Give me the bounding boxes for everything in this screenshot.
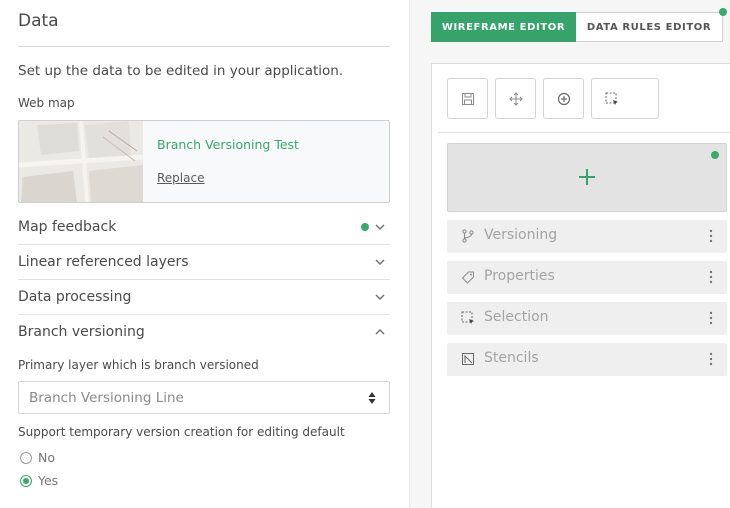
more-vertical-icon[interactable] <box>709 229 713 243</box>
sort-arrows-icon <box>368 392 376 404</box>
webmap-card: Branch Versioning Test Replace <box>18 120 390 203</box>
replace-webmap-link[interactable]: Replace <box>157 171 204 185</box>
add-widget-dropzone[interactable] <box>447 143 727 212</box>
select-icon <box>605 92 618 105</box>
chevron-down-icon <box>375 294 385 300</box>
data-settings-panel: Data Set up the data to be edited in you… <box>0 0 410 508</box>
selection-icon <box>461 311 474 324</box>
widget-selection[interactable]: Selection <box>447 302 727 335</box>
add-circle-icon <box>557 92 571 106</box>
more-vertical-icon[interactable] <box>709 352 713 366</box>
chevron-up-icon <box>375 329 385 335</box>
widget-label: Properties <box>484 268 555 284</box>
move-tool-button[interactable] <box>495 78 536 119</box>
primary-layer-value: Branch Versioning Line <box>29 390 184 406</box>
status-dot <box>719 8 727 16</box>
radio-label: Yes <box>38 473 59 488</box>
primary-layer-label: Primary layer which is branch versioned <box>18 358 259 372</box>
title-divider <box>18 46 390 47</box>
more-vertical-icon[interactable] <box>709 311 713 325</box>
panel-intro: Set up the data to be edited in your app… <box>18 63 344 79</box>
primary-layer-select[interactable]: Branch Versioning Line <box>18 381 390 414</box>
section-linear-referenced-layers[interactable]: Linear referenced layers <box>18 245 390 280</box>
select-tool-button[interactable] <box>591 78 659 119</box>
plus-icon <box>579 169 595 185</box>
widget-label: Stencils <box>484 350 539 366</box>
radio-circle-selected[interactable] <box>20 475 32 487</box>
section-label: Data processing <box>18 289 132 305</box>
section-data-processing[interactable]: Data processing <box>18 280 390 315</box>
widget-label: Selection <box>484 309 549 325</box>
section-map-feedback[interactable]: Map feedback <box>18 210 390 245</box>
stencil-icon <box>462 353 474 365</box>
save-icon <box>461 92 475 106</box>
editor-tabs: WIREFRAME EDITOR DATA RULES EDITOR <box>431 12 723 42</box>
section-label: Linear referenced layers <box>18 254 189 270</box>
support-temp-version-label: Support temporary version creation for e… <box>18 425 345 439</box>
section-branch-versioning[interactable]: Branch versioning <box>18 315 390 350</box>
save-tool-button[interactable] <box>447 78 488 119</box>
editor-panel: WIREFRAME EDITOR DATA RULES EDITOR Versi… <box>411 0 730 508</box>
radio-label: No <box>38 450 55 465</box>
branch-icon <box>462 229 474 243</box>
webmap-label: Web map <box>18 96 75 110</box>
widget-label: Versioning <box>484 227 558 243</box>
radio-no[interactable]: No <box>20 450 220 468</box>
radio-yes[interactable]: Yes <box>20 473 220 491</box>
tag-icon <box>461 271 474 284</box>
widget-versioning[interactable]: Versioning <box>447 220 727 253</box>
status-dot <box>711 151 719 159</box>
section-label: Branch versioning <box>18 324 145 340</box>
chevron-down-icon <box>375 224 385 230</box>
webmap-name[interactable]: Branch Versioning Test <box>157 137 299 152</box>
status-dot <box>361 223 369 231</box>
widget-properties[interactable]: Properties <box>447 261 727 294</box>
move-icon <box>509 92 523 106</box>
panel-title: Data <box>18 11 59 31</box>
more-vertical-icon[interactable] <box>709 270 713 284</box>
tab-data-rules-editor[interactable]: DATA RULES EDITOR <box>576 12 723 42</box>
widget-stencils[interactable]: Stencils <box>447 343 727 376</box>
tab-wireframe-editor[interactable]: WIREFRAME EDITOR <box>431 12 576 42</box>
toolbar-divider <box>438 132 730 133</box>
radio-circle[interactable] <box>20 452 32 464</box>
add-tool-button[interactable] <box>543 78 584 119</box>
section-label: Map feedback <box>18 219 117 235</box>
webmap-thumbnail <box>19 121 143 202</box>
chevron-down-icon <box>375 259 385 265</box>
